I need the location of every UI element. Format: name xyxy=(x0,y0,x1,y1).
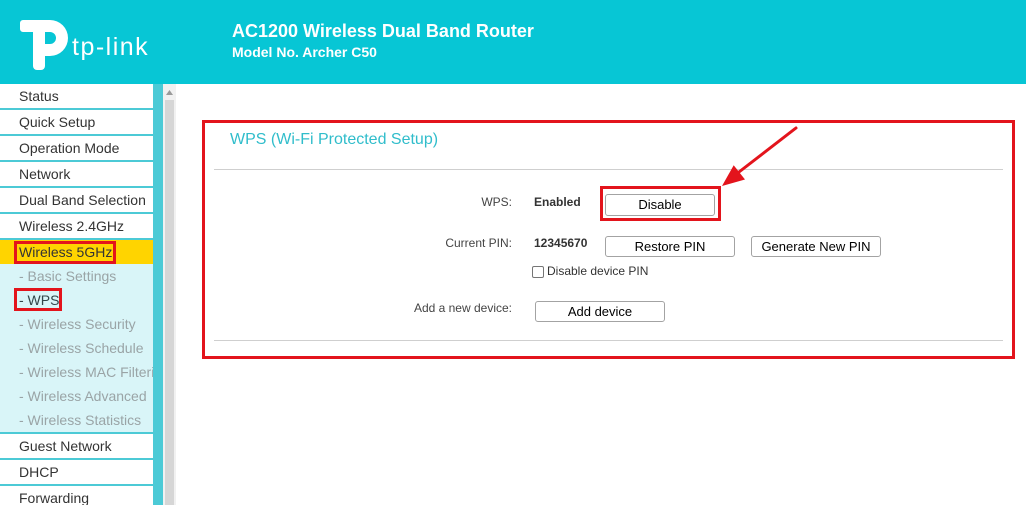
sidebar-item-wireless-2-4ghz[interactable]: Wireless 2.4GHz xyxy=(0,214,153,240)
submenu-item-basic-settings[interactable]: - Basic Settings xyxy=(0,264,153,288)
product-title: AC1200 Wireless Dual Band Router xyxy=(232,21,534,41)
logo-text: tp-link xyxy=(72,33,150,61)
tp-link-logo[interactable]: tp-link xyxy=(0,0,160,84)
sidebar-scrollbar[interactable] xyxy=(163,84,176,505)
tp-link-logo-icon xyxy=(20,20,68,70)
sidebar-item-network[interactable]: Network xyxy=(0,162,153,188)
generate-new-pin-button[interactable]: Generate New PIN xyxy=(751,236,881,257)
add-device-button[interactable]: Add device xyxy=(535,301,665,322)
scrollbar-thumb[interactable] xyxy=(165,100,174,505)
sidebar-item-guest-network[interactable]: Guest Network xyxy=(0,434,153,460)
wps-label: WPS: xyxy=(481,195,512,209)
panel-divider-top xyxy=(214,169,1003,170)
restore-pin-button[interactable]: Restore PIN xyxy=(605,236,735,257)
sidebar-item-operation-mode[interactable]: Operation Mode xyxy=(0,136,153,162)
wps-status-value: Enabled xyxy=(534,195,581,209)
sidebar-menu: Status Quick Setup Operation Mode Networ… xyxy=(0,84,153,505)
frame-divider xyxy=(153,84,163,505)
wps-panel: WPS (Wi-Fi Protected Setup) WPS: Enabled… xyxy=(176,84,1026,505)
sidebar-item-forwarding[interactable]: Forwarding xyxy=(0,486,153,505)
disable-device-pin-label[interactable]: Disable device PIN xyxy=(547,264,648,278)
panel-divider-bottom xyxy=(214,340,1003,341)
main-content: WPS (Wi-Fi Protected Setup) WPS: Enabled… xyxy=(176,84,1026,505)
sidebar-item-quick-setup[interactable]: Quick Setup xyxy=(0,110,153,136)
wireless-5ghz-submenu: - Basic Settings - WPS - Wireless Securi… xyxy=(0,264,153,434)
sidebar-item-wireless-5ghz[interactable]: Wireless 5GHz xyxy=(0,240,153,264)
current-pin-label: Current PIN: xyxy=(445,236,512,250)
sidebar-item-dual-band-selection[interactable]: Dual Band Selection xyxy=(0,188,153,214)
disable-wps-button[interactable]: Disable xyxy=(605,194,715,216)
submenu-item-wireless-security[interactable]: - Wireless Security xyxy=(0,312,153,336)
scroll-up-arrow-icon[interactable] xyxy=(166,90,173,95)
header-bar: tp-link AC1200 Wireless Dual Band Router… xyxy=(0,0,1026,84)
submenu-item-wireless-statistics[interactable]: - Wireless Statistics xyxy=(0,408,153,432)
sidebar-item-dhcp[interactable]: DHCP xyxy=(0,460,153,486)
panel-title: WPS (Wi-Fi Protected Setup) xyxy=(230,131,439,148)
sidebar-item-status[interactable]: Status xyxy=(0,84,153,110)
current-pin-value: 12345670 xyxy=(534,236,588,250)
submenu-item-wps[interactable]: - WPS xyxy=(0,288,153,312)
add-device-label: Add a new device: xyxy=(413,301,512,315)
submenu-item-wireless-schedule[interactable]: - Wireless Schedule xyxy=(0,336,153,360)
submenu-item-wireless-advanced[interactable]: - Wireless Advanced xyxy=(0,384,153,408)
submenu-item-wireless-mac-filtering[interactable]: - Wireless MAC Filteri xyxy=(0,360,153,384)
disable-device-pin-checkbox[interactable] xyxy=(532,266,544,278)
model-number: Model No. Archer C50 xyxy=(232,44,377,60)
